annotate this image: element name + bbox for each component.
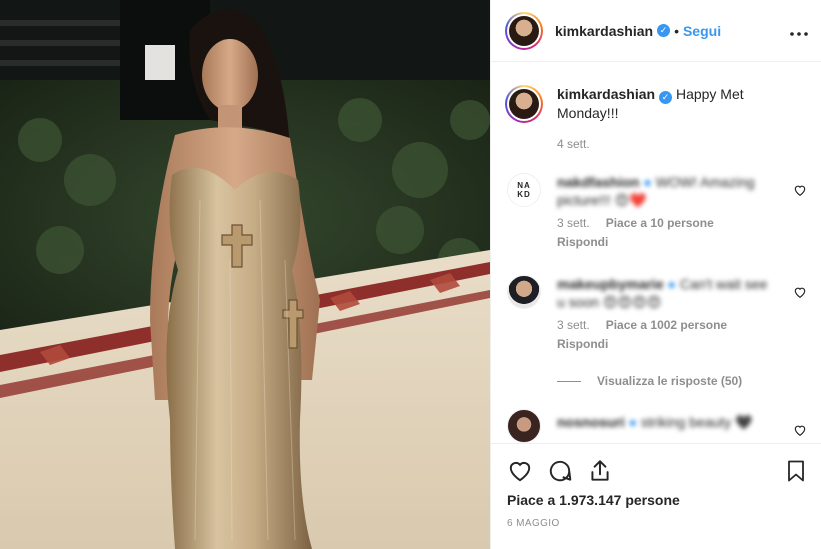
caption-time[interactable]: 4 sett. <box>557 135 806 153</box>
avatar-logo-text: NA KD <box>517 181 531 199</box>
commenter-avatar[interactable]: NA KD <box>507 173 541 207</box>
comment-item: nosnosuri ● striking beauty 🖤 <box>507 409 807 443</box>
like-count[interactable]: Piace a 1.973.147 persone <box>507 492 680 508</box>
share-icon[interactable] <box>587 458 613 484</box>
comment-time[interactable]: 3 sett. <box>557 318 590 332</box>
comment-content: nosnosuri ● striking beauty 🖤 <box>557 414 753 430</box>
post-footer: Piace a 1.973.147 persone 6 MAGGIO <box>491 443 821 549</box>
like-comment-heart-icon[interactable] <box>793 423 807 437</box>
view-replies-label: Visualizza le risposte (50) <box>597 374 743 388</box>
comment-content: makeupbymarie ● Can't wait see u soon 😍😍… <box>557 276 768 310</box>
like-comment-heart-icon[interactable] <box>793 183 807 197</box>
comment-item: makeupbymarie ● Can't wait see u soon 😍😍… <box>507 275 807 353</box>
post-caption: kimkardashian ✓ Happy Met Monday!!! 4 set… <box>491 63 821 153</box>
post-date[interactable]: 6 MAGGIO <box>507 518 560 529</box>
verified-badge-icon: ✓ <box>659 91 673 104</box>
post-panel: kimkardashian ✓ • Segui kimkardashian ✓ H… <box>490 0 821 549</box>
heart-icon[interactable] <box>507 458 533 484</box>
more-options-icon[interactable] <box>790 20 808 41</box>
verified-badge-icon: ✓ <box>657 24 671 37</box>
commenter-avatar[interactable] <box>507 409 541 443</box>
follow-button[interactable]: Segui <box>683 23 721 39</box>
comment-likes[interactable]: Piace a 10 persone <box>606 216 714 230</box>
post-header: kimkardashian ✓ • Segui <box>491 0 821 62</box>
separator-dot: • <box>674 22 679 39</box>
like-comment-heart-icon[interactable] <box>793 285 807 299</box>
reply-button[interactable]: Rispondi <box>557 335 777 353</box>
caption-username[interactable]: kimkardashian <box>557 86 655 102</box>
commenter-username[interactable]: makeupbymarie <box>557 276 664 292</box>
comment-content: nakdfashion ● WOW! Amazing picture!!! 😍❤… <box>557 174 755 208</box>
comments-list[interactable]: kimkardashian ✓ Happy Met Monday!!! 4 set… <box>491 63 821 443</box>
post-image <box>0 0 490 549</box>
comment-time[interactable]: 3 sett. <box>557 216 590 230</box>
author-avatar[interactable] <box>505 11 543 50</box>
author-username[interactable]: kimkardashian <box>555 23 653 39</box>
comment-item: NA KD nakdfashion ● WOW! Amazing picture… <box>507 173 807 251</box>
bookmark-icon[interactable] <box>784 458 808 484</box>
replies-divider <box>557 380 581 382</box>
commenter-username[interactable]: nakdfashion <box>557 174 639 190</box>
commenter-avatar[interactable] <box>507 275 541 309</box>
comment-likes[interactable]: Piace a 1002 persone <box>606 318 727 332</box>
reply-button[interactable]: Rispondi <box>557 233 777 251</box>
caption-avatar[interactable] <box>505 85 543 123</box>
action-bar <box>507 458 814 486</box>
post-photo[interactable] <box>0 0 490 549</box>
view-replies-button[interactable]: Visualizza le risposte (50) <box>557 374 742 388</box>
comment-icon[interactable] <box>547 458 573 484</box>
commenter-username[interactable]: nosnosuri <box>557 414 625 430</box>
comment-text: striking beauty 🖤 <box>640 414 753 430</box>
